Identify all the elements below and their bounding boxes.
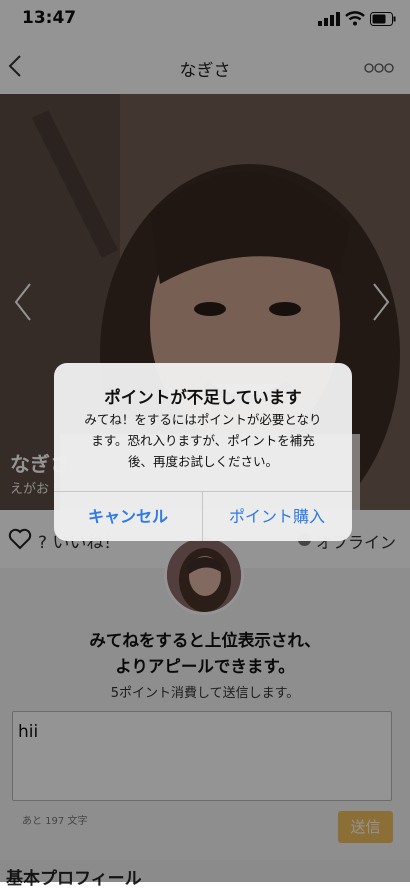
alert-message: みてね！をするにはポイントが必要となり ます。恐れ入りますが、ポイントを補充 後…	[68, 409, 338, 472]
alert-message-line-3: 後、再度お試しください。	[127, 454, 278, 469]
alert-title: ポイントが不足しています	[104, 388, 302, 407]
alert-message-line-1: みてね！をするにはポイントが必要となり	[84, 412, 322, 427]
alert-message-line-2: ます。恐れ入りますが、ポイントを補充	[91, 433, 315, 448]
buy-points-button[interactable]: ポイント購入	[203, 492, 351, 541]
insufficient-points-alert: ポイントが不足しています みてね！をするにはポイントが必要となり ます。恐れ入り…	[54, 363, 352, 541]
cancel-button[interactable]: キャンセル	[54, 492, 202, 541]
